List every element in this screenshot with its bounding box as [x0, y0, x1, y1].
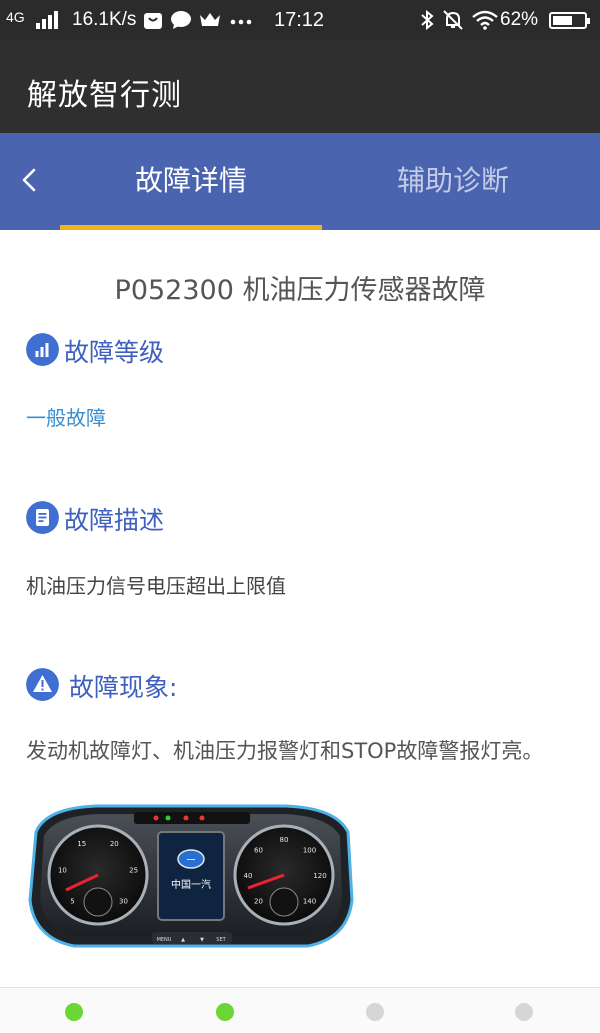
pager-dot-4[interactable] [515, 1003, 533, 1021]
back-arrow-icon[interactable] [14, 163, 48, 197]
tachometer-tick-label: 10 [58, 866, 67, 874]
fault-description-heading: 故障描述 [64, 506, 165, 535]
speedometer-tick-label: 140 [303, 898, 316, 906]
crown-icon [200, 13, 220, 26]
chat-icon [171, 11, 191, 29]
shopping-bag-icon [144, 13, 162, 29]
app-title: 解放智行测 [27, 78, 182, 113]
fault-detail-content: P052300 机油压力传感器故障 故障等级 一般故障 故障描述 机油压力信号电… [0, 230, 600, 987]
speedometer-tick-label: 100 [303, 847, 316, 855]
tachometer-tick-label: 5 [70, 898, 74, 906]
clock: 17:12 [274, 9, 325, 31]
speedometer-tick-label: 60 [254, 847, 263, 855]
tab-fault-detail[interactable]: 故障详情 [60, 159, 322, 199]
network-speed: 16.1K/s [72, 9, 137, 30]
warning-icon [26, 668, 59, 701]
fault-symptom-value: 发动机故障灯、机油压力报警灯和STOP故障警报灯亮。 [26, 739, 544, 763]
status-bar: 4G 16.1K/s 17:12 62% [0, 0, 600, 40]
battery-percent: 62% [500, 9, 539, 30]
tachometer-tick-label: 30 [119, 898, 128, 906]
fault-description-value: 机油压力信号电压超出上限值 [26, 574, 286, 598]
speedometer-tick-label: 40 [244, 872, 253, 880]
bottom-pager-bar [0, 987, 600, 1033]
speedometer-tick-label: 80 [280, 836, 289, 844]
network-type: 4G [6, 9, 25, 25]
tachometer-tick-label: 15 [77, 840, 86, 848]
tachometer-tick-label: 20 [110, 840, 119, 848]
tachometer-tick-label: 25 [129, 866, 138, 874]
pager-dot-2[interactable] [216, 1003, 234, 1021]
dashboard-button-label: MENU [157, 937, 172, 943]
instrument-cluster-image: 5 10 15 20 25 30 20 40 60 80 100 120 140 一 中国一汽 MEN… [28, 804, 354, 948]
signal-bars-icon [26, 333, 59, 366]
battery-icon [549, 12, 590, 29]
tab-bar: 故障详情 辅助诊断 [0, 133, 600, 230]
fault-symptom-heading: 故障现象: [69, 673, 178, 702]
fault-level-heading: 故障等级 [64, 338, 165, 367]
document-icon [26, 501, 59, 534]
dashboard-button-label: ▼ [200, 937, 204, 943]
wifi-icon [472, 10, 498, 30]
pager-dot-3[interactable] [366, 1003, 384, 1021]
dashboard-button-label: SET [216, 937, 226, 943]
dashboard-button-label: ▲ [181, 937, 185, 943]
app-header: 解放智行测 [0, 40, 600, 133]
more-icon [230, 19, 252, 25]
pager-dot-1[interactable] [65, 1003, 83, 1021]
dashboard-brand: 中国一汽 [171, 878, 211, 891]
fault-title: P052300 机油压力传感器故障 [114, 275, 486, 306]
fault-level-value: 一般故障 [26, 406, 106, 430]
mute-bell-icon [443, 10, 463, 30]
speedometer-tick-label: 20 [254, 898, 263, 906]
signal-icon [36, 11, 60, 29]
svg-text:一: 一 [186, 856, 195, 866]
tab-assist-diagnosis[interactable]: 辅助诊断 [322, 159, 584, 199]
bluetooth-icon [421, 10, 434, 30]
speedometer-tick-label: 120 [313, 872, 326, 880]
